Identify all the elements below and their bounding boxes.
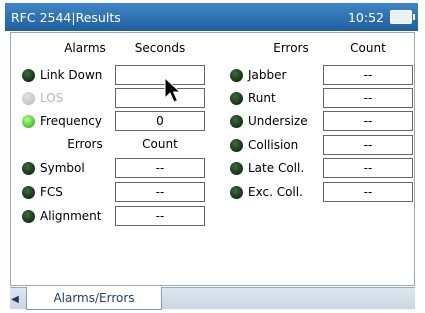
alarm-row-link-down: Link Down <box>22 65 102 85</box>
error-row-alignment: Alignment <box>22 206 101 226</box>
error-row-jabber: Jabber <box>230 65 286 85</box>
alarm-row-frequency: Frequency <box>22 111 102 131</box>
title-bar: RFC 2544|Results 10:52 <box>5 3 418 31</box>
clock: 10:52 <box>347 9 384 25</box>
fcs-led-icon <box>22 185 35 199</box>
fcs-count: -- <box>115 182 205 202</box>
collision-led-icon <box>230 138 243 152</box>
collision-count: -- <box>323 135 413 155</box>
runt-led-icon <box>230 91 243 105</box>
runt-count: -- <box>323 88 413 108</box>
alarm-label: Link Down <box>40 68 103 82</box>
window-title: RFC 2544|Results <box>11 9 121 25</box>
error-label: Undersize <box>248 114 308 128</box>
left-errors-header: Errors <box>67 137 103 151</box>
alarm-row-los: LOS <box>22 88 63 108</box>
link-down-led-icon <box>22 68 35 82</box>
error-row-late-coll: Late Coll. <box>230 158 304 178</box>
error-label: Symbol <box>40 161 85 175</box>
tab-alarms-errors[interactable]: Alarms/Errors <box>26 287 162 310</box>
tab-bar: ◀ Alarms/Errors <box>10 287 415 310</box>
jabber-led-icon <box>230 68 243 82</box>
alarm-label: Frequency <box>40 114 102 128</box>
alarm-label: LOS <box>40 91 64 105</box>
error-row-undersize: Undersize <box>230 111 308 131</box>
error-label: Late Coll. <box>248 161 305 175</box>
alignment-count: -- <box>115 206 205 226</box>
error-row-symbol: Symbol <box>22 158 85 178</box>
los-seconds <box>115 88 205 108</box>
left-count-header: Count <box>142 137 178 151</box>
frequency-led-icon <box>22 114 35 128</box>
error-label: Exc. Coll. <box>248 185 303 199</box>
late-coll-count: -- <box>323 158 413 178</box>
seconds-header: Seconds <box>134 41 186 55</box>
error-label: Collision <box>248 138 299 152</box>
error-label: FCS <box>40 185 63 199</box>
exc-coll-count: -- <box>323 182 413 202</box>
undersize-led-icon <box>230 114 243 128</box>
late-coll-led-icon <box>230 161 243 175</box>
los-led-icon <box>22 91 35 105</box>
error-row-exc-coll: Exc. Coll. <box>230 182 303 202</box>
error-label: Runt <box>248 91 276 105</box>
mouse-pointer-icon <box>164 77 182 103</box>
error-label: Jabber <box>248 68 287 82</box>
exc-coll-led-icon <box>230 185 243 199</box>
error-label: Alignment <box>40 209 102 223</box>
alarms-header: Alarms <box>64 41 106 55</box>
results-panel: Alarms Seconds Link Down LOS Frequency 0… <box>10 32 415 286</box>
symbol-led-icon <box>22 161 35 175</box>
right-errors-header: Errors <box>273 41 309 55</box>
error-row-runt: Runt <box>230 88 276 108</box>
battery-icon[interactable] <box>390 10 415 24</box>
undersize-count: -- <box>323 111 413 131</box>
symbol-count: -- <box>115 158 205 178</box>
tab-scroll-left-icon[interactable]: ◀ <box>10 291 20 307</box>
jabber-count: -- <box>323 65 413 85</box>
link-down-seconds <box>115 65 205 85</box>
status-area: 10:52 <box>347 9 415 25</box>
right-count-header: Count <box>350 41 386 55</box>
error-row-fcs: FCS <box>22 182 63 202</box>
error-row-collision: Collision <box>230 135 298 155</box>
alignment-led-icon <box>22 209 35 223</box>
frequency-seconds: 0 <box>115 111 205 131</box>
